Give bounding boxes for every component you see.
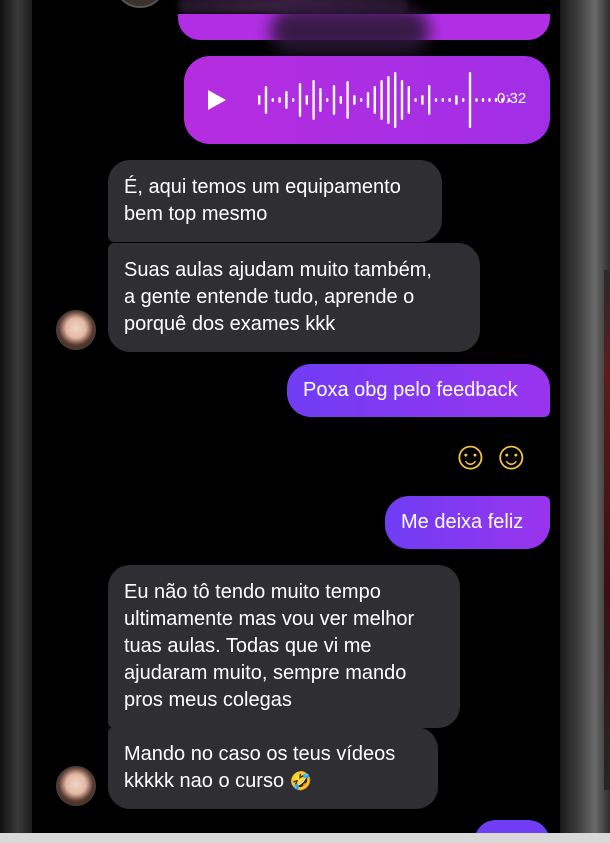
wave-bar — [434, 98, 438, 102]
wave-bar — [278, 97, 281, 103]
wave-bar — [428, 85, 431, 115]
wave-bar — [373, 86, 376, 114]
play-icon[interactable] — [208, 90, 226, 110]
wave-bar — [462, 98, 465, 102]
wave-bar — [421, 95, 424, 105]
wave-bar — [455, 95, 458, 105]
wave-bar — [481, 98, 485, 102]
contact-avatar-top — [118, 0, 162, 8]
wave-bar — [441, 98, 444, 102]
chat-screen[interactable]: 0:32 É, aqui temos um equipamento bem to… — [32, 0, 560, 833]
message-text: Poxa obg pelo feedback — [303, 379, 518, 401]
wave-bar — [305, 95, 308, 105]
wave-bar — [360, 98, 363, 102]
wave-bar — [258, 95, 261, 105]
wave-bar — [346, 81, 349, 119]
wave-bar — [407, 86, 410, 114]
wave-bar — [448, 98, 451, 102]
wave-bar — [339, 96, 342, 104]
wave-bar — [387, 76, 390, 124]
wave-bar — [394, 72, 397, 128]
device-frame-right — [560, 0, 610, 843]
message-incoming-4[interactable]: Mando no caso os teus vídeos kkkkk nao o… — [108, 727, 438, 809]
message-incoming-3[interactable]: Eu não tô tendo muito tempo ultimamente … — [108, 565, 460, 728]
message-incoming-2[interactable]: Suas aulas ajudam muito também, a gente … — [108, 243, 480, 352]
wave-bar — [271, 98, 274, 102]
wave-bar — [298, 83, 302, 117]
wave-bar — [366, 92, 370, 108]
laughing-emoji: 🤣 — [289, 771, 313, 791]
smiling-emoji: ☺☺ — [450, 434, 532, 478]
frame-edge — [604, 270, 610, 790]
message-outgoing-1[interactable]: Poxa obg pelo feedback — [287, 364, 550, 417]
contact-avatar[interactable] — [56, 310, 96, 350]
message-text: É, aqui temos um equipamento bem top mes… — [124, 176, 401, 225]
message-incoming-1[interactable]: É, aqui temos um equipamento bem top mes… — [108, 160, 442, 242]
message-outgoing-2[interactable]: Me deixa feliz — [385, 496, 550, 549]
contact-avatar[interactable] — [56, 766, 96, 806]
wave-bar — [332, 85, 336, 115]
partial-outgoing-bubble — [474, 820, 550, 833]
wave-bar — [319, 88, 322, 112]
message-text: Me deixa feliz — [401, 511, 524, 533]
wave-bar — [312, 80, 315, 120]
message-text: Suas aulas ajudam muito também, a gente … — [124, 259, 432, 335]
message-text: Eu não tô tendo muito tempo ultimamente … — [124, 581, 415, 711]
wave-bar — [488, 98, 491, 102]
wave-bar — [285, 91, 288, 109]
wave-bar — [380, 80, 383, 120]
voice-message-bubble[interactable]: 0:32 — [184, 56, 550, 144]
device-frame-left — [0, 0, 32, 843]
wave-bar — [292, 98, 295, 102]
emoji-message[interactable]: ☺☺ — [450, 434, 532, 478]
voice-duration: 0:32 — [497, 90, 527, 107]
screen-bottom-edge — [0, 833, 610, 843]
wave-bar — [353, 95, 356, 105]
waveform — [258, 72, 511, 128]
wave-bar — [475, 98, 478, 102]
message-text: Mando no caso os teus vídeos kkkkk nao o… — [124, 743, 396, 792]
wave-bar — [414, 98, 417, 102]
wave-bar — [326, 98, 329, 102]
wave-bar — [468, 72, 472, 128]
wave-bar — [264, 86, 268, 114]
wave-bar — [400, 80, 404, 120]
blurred-area — [270, 8, 430, 54]
